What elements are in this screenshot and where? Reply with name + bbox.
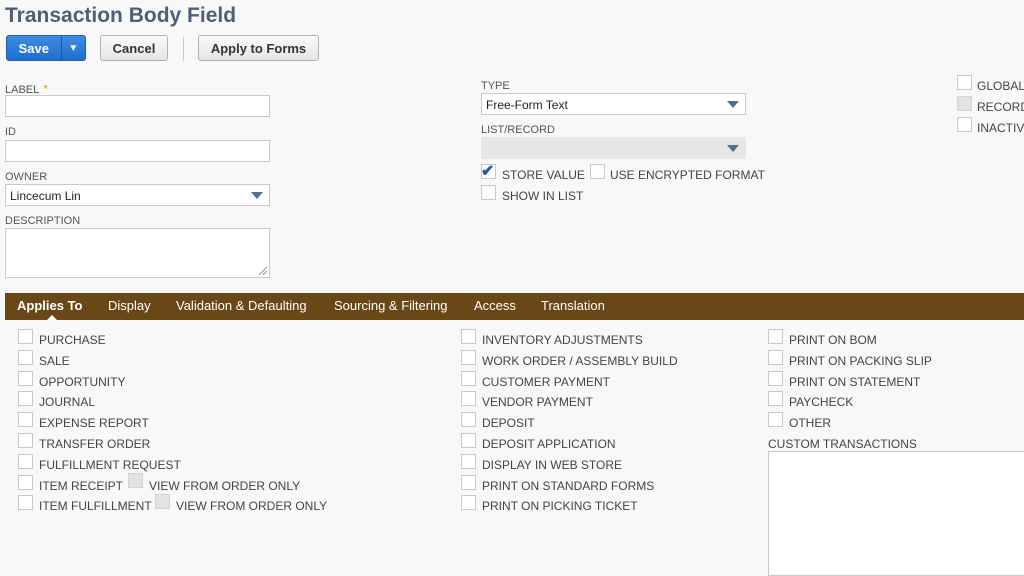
work-order-assembly-build-label: WORK ORDER / ASSEMBLY BUILD	[482, 354, 678, 368]
opportunity-label: OPPORTUNITY	[39, 375, 126, 389]
purchase-checkbox[interactable]	[18, 329, 33, 344]
type-select-value: Free-Form Text	[486, 98, 568, 112]
vendor-payment-label: VENDOR PAYMENT	[482, 395, 593, 409]
owner-dropdown-caret-icon	[251, 192, 263, 199]
print-on-statement-checkbox[interactable]	[768, 371, 783, 386]
print-on-packing-slip-checkbox[interactable]	[768, 350, 783, 365]
active-tab-pointer-icon	[47, 315, 57, 320]
tab-display[interactable]: Display	[108, 298, 151, 313]
print-on-picking-ticket-label: PRINT ON PICKING TICKET	[482, 499, 638, 513]
deposit-application-label: DEPOSIT APPLICATION	[482, 437, 616, 451]
save-menu-chevron-icon[interactable]: ▼	[60, 36, 85, 60]
opportunity-checkbox[interactable]	[18, 371, 33, 386]
other-label: OTHER	[789, 416, 831, 430]
list-record-select[interactable]	[481, 137, 746, 159]
item-fulfillment-checkbox[interactable]	[18, 495, 33, 510]
sale-checkbox[interactable]	[18, 350, 33, 365]
fulfillment-request-label: FULFILLMENT REQUEST	[39, 458, 181, 472]
tab-applies-to[interactable]: Applies To	[17, 298, 82, 313]
item-receipt-view-from-order-label: VIEW FROM ORDER ONLY	[149, 479, 301, 493]
owner-select[interactable]: Lincecum Lin	[5, 184, 270, 206]
type-dropdown-caret-icon	[727, 101, 739, 108]
sale-label: SALE	[39, 354, 70, 368]
subtab-bar: Applies To Display Validation & Defaulti…	[5, 293, 1024, 320]
use-encrypted-format-label: USE ENCRYPTED FORMAT	[610, 168, 765, 182]
expense-report-label: EXPENSE REPORT	[39, 416, 149, 430]
display-in-web-store-label: DISPLAY IN WEB STORE	[482, 458, 623, 472]
deposit-label: DEPOSIT	[482, 416, 535, 430]
label-field-label: LABEL *	[5, 82, 48, 96]
toolbar-divider	[183, 37, 184, 61]
list-record-field-label: LIST/RECORD	[481, 124, 555, 136]
global-label: GLOBAL	[977, 79, 1024, 93]
record-checkbox[interactable]	[957, 96, 972, 111]
fulfillment-request-checkbox[interactable]	[18, 454, 33, 469]
customer-payment-checkbox[interactable]	[461, 371, 476, 386]
inactive-checkbox[interactable]	[957, 117, 972, 132]
tab-validation-defaulting[interactable]: Validation & Defaulting	[176, 298, 307, 313]
custom-transactions-label: CUSTOM TRANSACTIONS	[768, 437, 917, 451]
description-textarea[interactable]	[5, 228, 270, 278]
item-fulfillment-view-from-order-label: VIEW FROM ORDER ONLY	[176, 499, 328, 513]
transfer-order-checkbox[interactable]	[18, 433, 33, 448]
item-receipt-checkbox[interactable]	[18, 475, 33, 490]
print-on-picking-ticket-checkbox[interactable]	[461, 495, 476, 510]
inventory-adjustments-checkbox[interactable]	[461, 329, 476, 344]
owner-field-label: OWNER	[5, 171, 48, 183]
print-on-packing-slip-label: PRINT ON PACKING SLIP	[789, 354, 932, 368]
show-in-list-label: SHOW IN LIST	[502, 189, 584, 203]
print-on-standard-forms-checkbox[interactable]	[461, 475, 476, 490]
type-field-label: TYPE	[481, 80, 510, 92]
apply-to-forms-button[interactable]: Apply to Forms	[198, 35, 319, 61]
expense-report-checkbox[interactable]	[18, 412, 33, 427]
resize-grip-icon[interactable]	[259, 267, 267, 275]
deposit-checkbox[interactable]	[461, 412, 476, 427]
label-input[interactable]	[5, 95, 270, 117]
id-input[interactable]	[5, 140, 270, 162]
display-in-web-store-checkbox[interactable]	[461, 454, 476, 469]
purchase-label: PURCHASE	[39, 333, 106, 347]
deposit-application-checkbox[interactable]	[461, 433, 476, 448]
work-order-assembly-build-checkbox[interactable]	[461, 350, 476, 365]
paycheck-label: PAYCHECK	[789, 395, 854, 409]
required-indicator: *	[43, 82, 48, 96]
print-on-statement-label: PRINT ON STATEMENT	[789, 375, 921, 389]
description-field-label: DESCRIPTION	[5, 215, 81, 227]
global-checkbox[interactable]	[957, 75, 972, 90]
print-on-bom-label: PRINT ON BOM	[789, 333, 877, 347]
save-button[interactable]: Save ▼	[6, 35, 86, 61]
tab-access[interactable]: Access	[474, 298, 516, 313]
transfer-order-label: TRANSFER ORDER	[39, 437, 151, 451]
type-select[interactable]: Free-Form Text	[481, 93, 746, 115]
owner-select-value: Lincecum Lin	[10, 189, 81, 203]
other-checkbox[interactable]	[768, 412, 783, 427]
paycheck-checkbox[interactable]	[768, 391, 783, 406]
print-on-standard-forms-label: PRINT ON STANDARD FORMS	[482, 479, 655, 493]
vendor-payment-checkbox[interactable]	[461, 391, 476, 406]
tab-sourcing-filtering[interactable]: Sourcing & Filtering	[334, 298, 447, 313]
journal-checkbox[interactable]	[18, 391, 33, 406]
page-title: Transaction Body Field	[5, 4, 237, 27]
item-fulfillment-view-from-order-checkbox[interactable]	[155, 494, 170, 509]
checkmark-icon: ✔	[481, 163, 495, 180]
tab-translation[interactable]: Translation	[541, 298, 605, 313]
customer-payment-label: CUSTOMER PAYMENT	[482, 375, 611, 389]
list-record-dropdown-caret-icon	[727, 145, 739, 152]
record-label: RECORD	[977, 100, 1024, 114]
inactive-label: INACTIV	[977, 121, 1024, 135]
cancel-button[interactable]: Cancel	[100, 35, 168, 61]
store-value-checkbox[interactable]: ✔	[481, 163, 496, 180]
id-field-label: ID	[5, 126, 16, 138]
item-receipt-view-from-order-checkbox[interactable]	[128, 473, 143, 488]
save-button-label: Save	[18, 40, 49, 56]
print-on-bom-checkbox[interactable]	[768, 329, 783, 344]
item-receipt-label: ITEM RECEIPT	[39, 479, 124, 493]
show-in-list-checkbox[interactable]	[481, 185, 496, 200]
use-encrypted-format-checkbox[interactable]	[590, 164, 605, 179]
store-value-label: STORE VALUE	[502, 168, 585, 182]
journal-label: JOURNAL	[39, 395, 96, 409]
inventory-adjustments-label: INVENTORY ADJUSTMENTS	[482, 333, 643, 347]
item-fulfillment-label: ITEM FULFILLMENT	[39, 499, 152, 513]
custom-transactions-list[interactable]	[768, 451, 1024, 576]
